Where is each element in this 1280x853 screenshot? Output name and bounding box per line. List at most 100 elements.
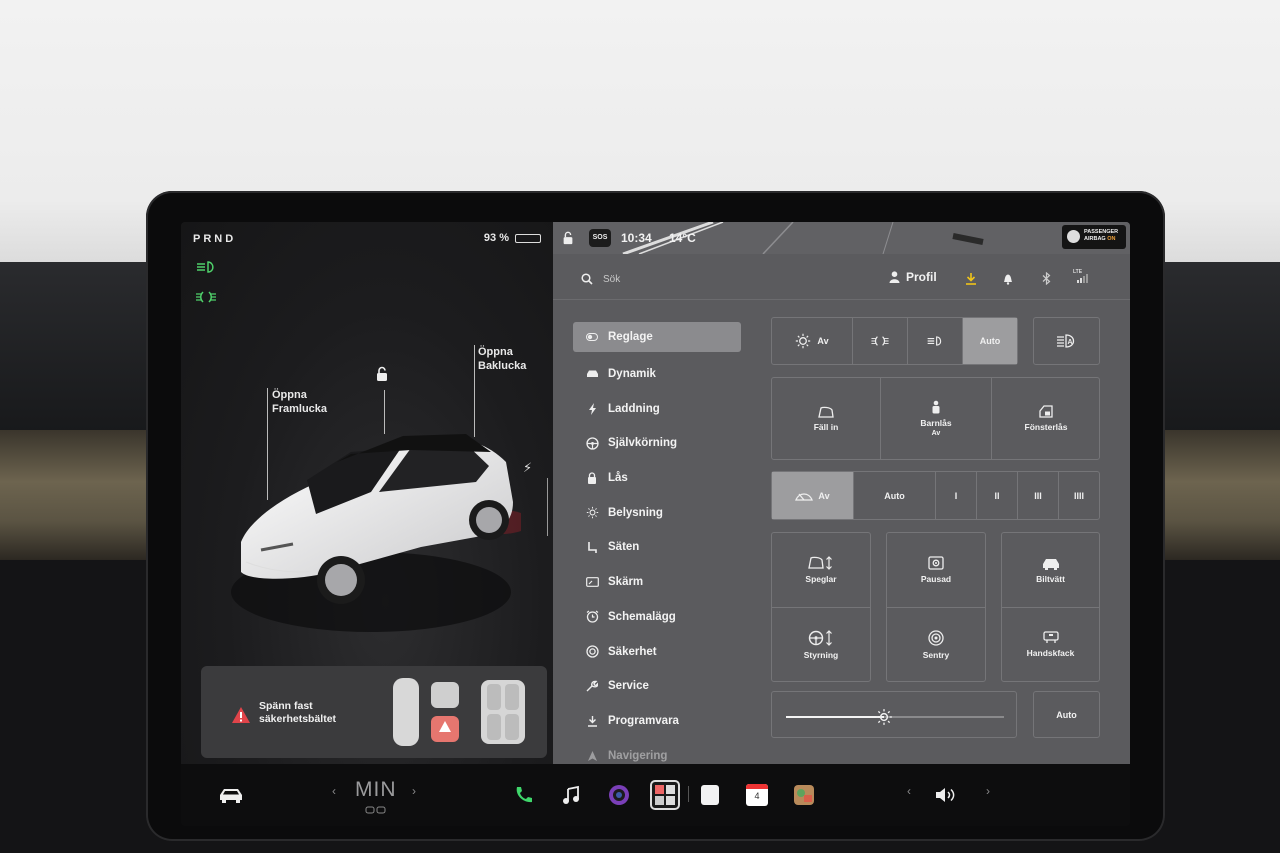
phone-icon <box>516 787 532 803</box>
calendar-button[interactable]: 4 <box>744 764 770 826</box>
person-icon <box>889 271 900 283</box>
menu-item-label: Schemalägg <box>608 610 676 623</box>
battery-indicator: 93 % <box>484 232 541 244</box>
wiper-speed-2[interactable]: II <box>977 472 1018 519</box>
dashcam-label: Pausad <box>920 574 952 584</box>
volume-down-chevron[interactable]: ‹ <box>907 784 911 798</box>
seatbelt-alert-text: Spänn fast säkerhetsbältet <box>259 700 337 725</box>
lock-controls: Fäll in Barnlås Av Fönsterlås <box>771 377 1100 460</box>
wiper-speed-4[interactable]: IIII <box>1059 472 1099 519</box>
seat-heater-icon[interactable] <box>365 806 387 814</box>
unlocked-icon[interactable] <box>374 366 390 382</box>
sun-icon <box>585 506 599 519</box>
parking-lights-button[interactable] <box>853 318 908 364</box>
menu-item-9[interactable]: Säkerhet <box>573 634 741 669</box>
sentry-icon <box>928 629 944 646</box>
car-3d-model <box>231 434 521 632</box>
settings-menu: Reglage Dynamik Laddning Självkörning Lås Bel… <box>573 322 741 773</box>
music-button[interactable] <box>559 764 583 826</box>
gear-selector: PRND <box>193 233 237 245</box>
open-trunk-label[interactable]: Öppna Baklucka <box>478 345 526 373</box>
climate-temperature[interactable]: MIN <box>355 778 397 802</box>
fold-mirrors-button[interactable]: Fäll in <box>772 378 880 459</box>
speaker-icon <box>936 788 955 802</box>
profile-button[interactable]: Profil <box>889 270 937 284</box>
menu-item-5[interactable]: Belysning <box>573 495 741 530</box>
outside-temperature: 14°C <box>669 231 696 245</box>
steering-adjust-button[interactable]: Styrning <box>772 608 870 681</box>
download-icon[interactable] <box>965 272 977 285</box>
search-icon[interactable] <box>581 273 593 285</box>
wiper-off-button[interactable]: Av <box>772 472 854 519</box>
temp-down-chevron[interactable]: ‹ <box>332 784 336 798</box>
menu-item-7[interactable]: Skärm <box>573 565 741 600</box>
window-lock-label: Fönsterlås <box>1024 422 1068 432</box>
tile-column-2: Pausad Sentry <box>886 532 986 682</box>
brightness-handle[interactable] <box>875 708 893 726</box>
child-lock-label: Barnlås <box>920 418 952 428</box>
lights-off-label: Av <box>817 336 829 346</box>
menu-item-3[interactable]: Självkörning <box>573 426 741 461</box>
airbag-line1: PASSENGER <box>1084 229 1119 235</box>
menu-item-10[interactable]: Service <box>573 669 741 704</box>
car-icon <box>585 369 599 379</box>
menu-item-2[interactable]: Laddning <box>573 391 741 426</box>
seat-icon <box>585 541 599 554</box>
child-lock-button[interactable]: Barnlås Av <box>881 378 991 459</box>
car-wash-button[interactable]: Biltvätt <box>1002 533 1099 607</box>
sos-button[interactable]: SOS <box>589 229 611 247</box>
auto-high-beam-button[interactable]: A <box>1033 317 1100 365</box>
wiper-speed-1[interactable]: I <box>936 472 977 519</box>
sentry-button[interactable]: Sentry <box>887 608 985 681</box>
glovebox-button[interactable]: Handskfack <box>1002 608 1099 681</box>
dashcam-button[interactable]: Pausad <box>887 533 985 607</box>
low-beam-icon <box>197 261 214 273</box>
camera-button[interactable] <box>605 764 633 826</box>
volume-up-chevron[interactable]: › <box>986 784 990 798</box>
brightness-auto-button[interactable]: Auto <box>1033 691 1100 738</box>
battery-icon <box>515 233 541 243</box>
mirrors-adjust-button[interactable]: Speglar <box>772 533 870 607</box>
window-lock-button[interactable]: Fönsterlås <box>992 378 1100 459</box>
charge-port-icon[interactable]: ⚡ <box>523 460 532 476</box>
seatbelt-alert-card[interactable]: Spänn fast säkerhetsbältet <box>201 666 547 758</box>
wiper-auto-button[interactable]: Auto <box>854 472 936 519</box>
bell-icon[interactable] <box>1002 272 1014 285</box>
bolt-icon <box>585 402 599 415</box>
lights-auto-button[interactable]: Auto <box>963 318 1017 364</box>
passenger-airbag-indicator: PASSENGER AIRBAG ON <box>1062 225 1126 249</box>
sun-icon <box>796 333 811 349</box>
notes-button[interactable] <box>699 764 721 826</box>
menu-item-label: Skärm <box>608 576 644 589</box>
menu-item-4[interactable]: Lås <box>573 461 741 496</box>
menu-item-11[interactable]: Programvara <box>573 704 741 739</box>
window-lock-icon <box>1039 405 1053 418</box>
airbag-line2: AIRBAG <box>1084 236 1106 242</box>
car-menu-button[interactable] <box>211 764 251 826</box>
menu-item-label: Säkerhet <box>608 645 657 658</box>
menu-item-0[interactable]: Reglage <box>573 322 741 352</box>
low-beam-button[interactable] <box>908 318 963 364</box>
download-icon <box>585 715 599 727</box>
menu-item-8[interactable]: Schemalägg <box>573 600 741 635</box>
steering-adjust-icon <box>808 629 832 646</box>
airbag-state: ON <box>1107 236 1116 242</box>
app-launcher-button[interactable] <box>649 764 681 826</box>
phone-button[interactable] <box>511 764 535 826</box>
lights-off-button[interactable]: Av <box>772 318 853 364</box>
volume-button[interactable] <box>933 764 959 826</box>
wiper-speed-3[interactable]: III <box>1018 472 1059 519</box>
temp-up-chevron[interactable]: › <box>412 784 416 798</box>
toybox-button[interactable] <box>791 764 817 826</box>
menu-item-6[interactable]: Säten <box>573 530 741 565</box>
open-frunk-label[interactable]: Öppna Framlucka <box>272 388 327 416</box>
child-lock-icon <box>932 400 940 414</box>
unlocked-status-icon[interactable] <box>561 231 575 245</box>
bottom-dock: ‹ MIN › 4 ‹ › <box>181 764 1130 826</box>
bluetooth-icon[interactable] <box>1042 272 1051 285</box>
menu-item-1[interactable]: Dynamik <box>573 357 741 392</box>
glovebox-icon <box>1042 631 1059 643</box>
search-input[interactable] <box>603 270 803 288</box>
dock-separator <box>688 786 689 802</box>
sentry-label: Sentry <box>922 649 950 660</box>
